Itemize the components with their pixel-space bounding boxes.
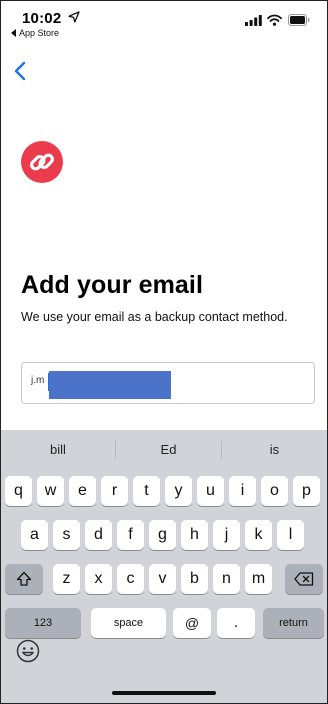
key-v[interactable]: v bbox=[149, 564, 176, 594]
key-r[interactable]: r bbox=[101, 476, 128, 506]
suggestion-2[interactable]: Ed bbox=[116, 430, 221, 470]
key-u[interactable]: u bbox=[197, 476, 224, 506]
period-key[interactable]: . bbox=[217, 608, 255, 638]
key-h[interactable]: h bbox=[181, 520, 208, 550]
email-input[interactable]: j.m bbox=[21, 362, 315, 404]
shift-key[interactable] bbox=[5, 564, 43, 594]
location-arrow-icon bbox=[68, 11, 80, 23]
key-z[interactable]: z bbox=[53, 564, 80, 594]
key-k[interactable]: k bbox=[245, 520, 272, 550]
shift-arrow-icon bbox=[16, 571, 32, 586]
key-n[interactable]: n bbox=[213, 564, 240, 594]
return-key[interactable]: return bbox=[263, 608, 324, 638]
wifi-icon bbox=[267, 14, 282, 26]
chevron-left-icon[interactable] bbox=[13, 61, 27, 81]
suggestion-3[interactable]: is bbox=[222, 430, 327, 470]
backspace-icon bbox=[294, 572, 314, 586]
key-j[interactable]: j bbox=[213, 520, 240, 550]
key-b[interactable]: b bbox=[181, 564, 208, 594]
numbers-key[interactable]: 123 bbox=[5, 608, 81, 638]
on-screen-keyboard: bill Ed is q w e r t y u i o p a s d f g… bbox=[1, 430, 327, 703]
signal-bars-icon bbox=[245, 15, 262, 26]
key-m[interactable]: m bbox=[245, 564, 272, 594]
back-to-app-store[interactable]: App Store bbox=[11, 28, 59, 38]
emoji-smiley-icon[interactable] bbox=[15, 638, 41, 664]
key-y[interactable]: y bbox=[165, 476, 192, 506]
page-subtitle: We use your email as a backup contact me… bbox=[21, 310, 288, 324]
suggestion-1[interactable]: bill bbox=[1, 430, 115, 470]
key-w[interactable]: w bbox=[37, 476, 64, 506]
redaction-box bbox=[49, 371, 171, 399]
at-key[interactable]: @ bbox=[173, 608, 211, 638]
key-i[interactable]: i bbox=[229, 476, 256, 506]
key-c[interactable]: c bbox=[117, 564, 144, 594]
delete-key[interactable] bbox=[285, 564, 323, 594]
link-logo-icon bbox=[21, 141, 63, 183]
home-indicator[interactable] bbox=[112, 691, 216, 695]
key-t[interactable]: t bbox=[133, 476, 160, 506]
phone-screen: 10:02 App Store Add your email We use yo… bbox=[0, 0, 328, 704]
key-x[interactable]: x bbox=[85, 564, 112, 594]
battery-icon bbox=[288, 14, 310, 26]
back-triangle-icon bbox=[11, 29, 16, 37]
key-g[interactable]: g bbox=[149, 520, 176, 550]
key-l[interactable]: l bbox=[277, 520, 304, 550]
key-a[interactable]: a bbox=[21, 520, 48, 550]
page-title: Add your email bbox=[21, 271, 203, 299]
status-time: 10:02 bbox=[22, 10, 62, 27]
status-bar: 10:02 App Store bbox=[1, 1, 327, 47]
key-e[interactable]: e bbox=[69, 476, 96, 506]
key-d[interactable]: d bbox=[85, 520, 112, 550]
key-f[interactable]: f bbox=[117, 520, 144, 550]
key-o[interactable]: o bbox=[261, 476, 288, 506]
back-app-label: App Store bbox=[19, 28, 60, 38]
key-q[interactable]: q bbox=[5, 476, 32, 506]
email-input-value: j.m bbox=[31, 375, 45, 386]
space-key[interactable]: space bbox=[91, 608, 166, 638]
key-s[interactable]: s bbox=[53, 520, 80, 550]
key-p[interactable]: p bbox=[293, 476, 320, 506]
suggestion-bar: bill Ed is bbox=[1, 430, 327, 470]
